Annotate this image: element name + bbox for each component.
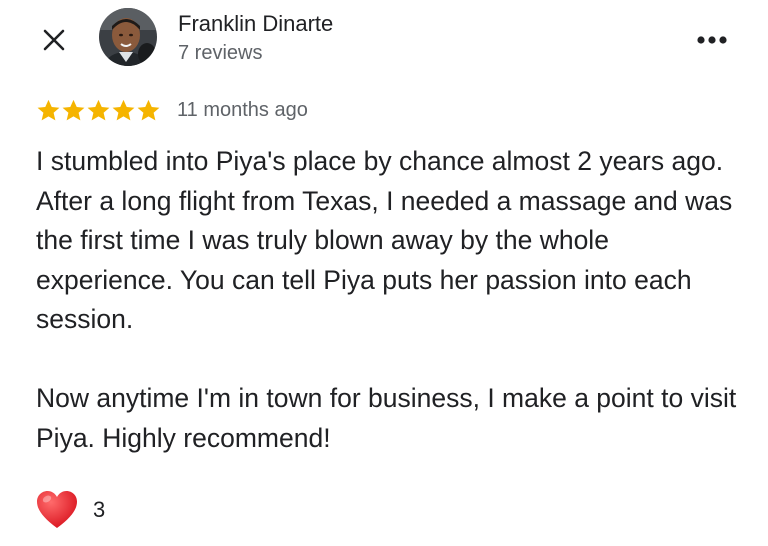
star-rating	[36, 98, 161, 123]
review-text: I stumbled into Piya's place by chance a…	[36, 142, 746, 458]
author-name[interactable]: Franklin Dinarte	[178, 10, 333, 38]
star-icon	[87, 99, 110, 120]
close-button[interactable]	[36, 22, 72, 58]
star-icon	[112, 99, 135, 120]
avatar[interactable]	[99, 8, 157, 66]
heart-icon	[37, 491, 77, 528]
star-icon	[137, 99, 160, 120]
more-horizontal-icon	[697, 36, 727, 44]
star-icon	[62, 99, 85, 120]
reaction-count: 3	[93, 497, 106, 522]
avatar-image	[99, 8, 157, 66]
review-paragraph: I stumbled into Piya's place by chance a…	[36, 146, 733, 334]
star-icon	[37, 99, 60, 120]
rating-row: 11 months ago	[36, 96, 308, 124]
like-reaction-button[interactable]: 3	[36, 488, 105, 532]
more-options-button[interactable]	[690, 22, 734, 58]
close-icon	[43, 29, 65, 51]
review-paragraph: Now anytime I'm in town for business, I …	[36, 383, 737, 453]
review-date: 11 months ago	[177, 99, 308, 121]
author-review-count: 7 reviews	[178, 42, 263, 64]
